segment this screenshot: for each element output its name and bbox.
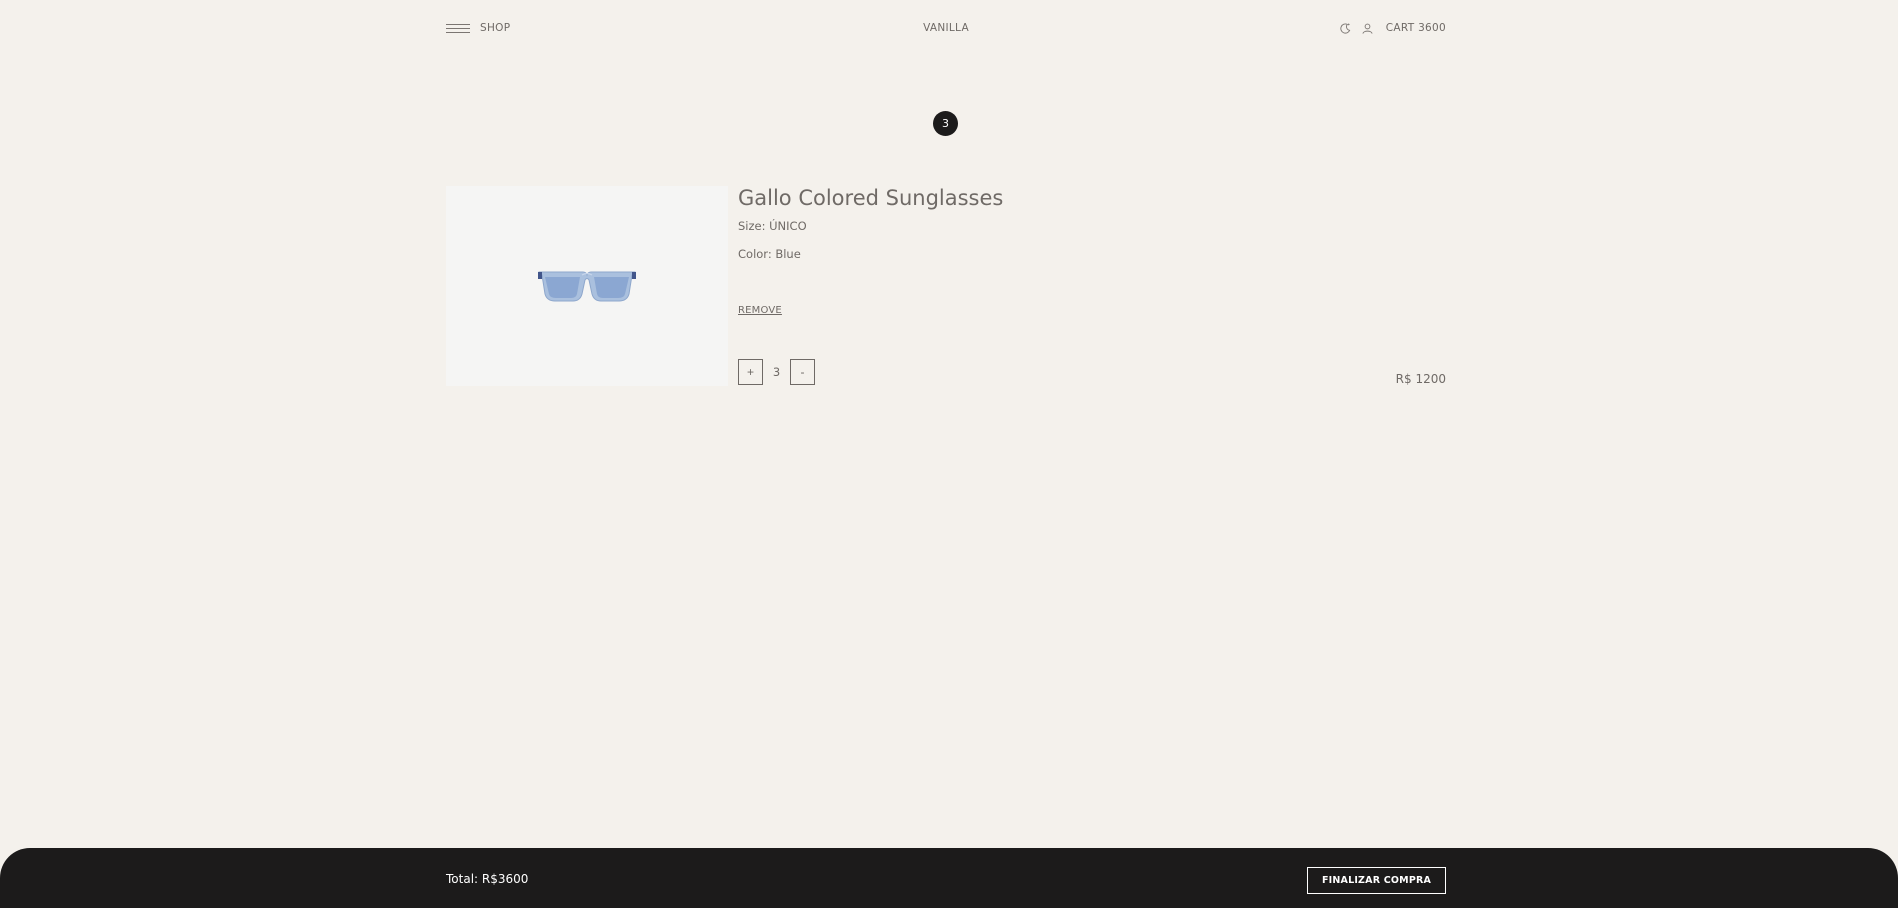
product-color: Color: Blue <box>738 247 801 261</box>
cart-count-badge: 3 <box>933 111 958 136</box>
product-title[interactable]: Gallo Colored Sunglasses <box>738 186 1446 210</box>
product-size: Size: ÚNICO <box>738 219 807 233</box>
quantity-value: 3 <box>772 365 781 379</box>
user-icon[interactable] <box>1362 22 1374 34</box>
product-info: Gallo Colored Sunglasses Size: ÚNICO Col… <box>738 186 1446 386</box>
sunglasses-image <box>538 271 636 302</box>
remove-button[interactable]: REMOVE <box>738 305 782 316</box>
hamburger-icon[interactable] <box>446 23 470 33</box>
cart-item: Gallo Colored Sunglasses Size: ÚNICO Col… <box>446 186 1446 386</box>
theme-toggle-icon[interactable] <box>1340 22 1352 34</box>
decrease-quantity-button[interactable]: - <box>790 359 815 385</box>
product-image[interactable] <box>446 186 728 386</box>
cart-link[interactable]: CART 3600 <box>1386 22 1446 34</box>
increase-quantity-button[interactable]: + <box>738 359 763 385</box>
header-actions: CART 3600 <box>1340 22 1446 34</box>
shop-menu-label[interactable]: SHOP <box>480 22 510 34</box>
cart-total: Total: R$3600 <box>446 872 529 886</box>
checkout-bar: Total: R$3600 FINALIZAR COMPRA <box>0 848 1898 908</box>
checkout-button[interactable]: FINALIZAR COMPRA <box>1307 867 1446 894</box>
site-header: SHOP VANILLA CART 3600 <box>446 0 1446 56</box>
shop-menu-toggle[interactable]: SHOP <box>446 22 510 34</box>
item-price: R$ 1200 <box>1395 372 1446 386</box>
brand-logo[interactable]: VANILLA <box>923 22 969 34</box>
quantity-stepper: + 3 - <box>738 359 815 385</box>
